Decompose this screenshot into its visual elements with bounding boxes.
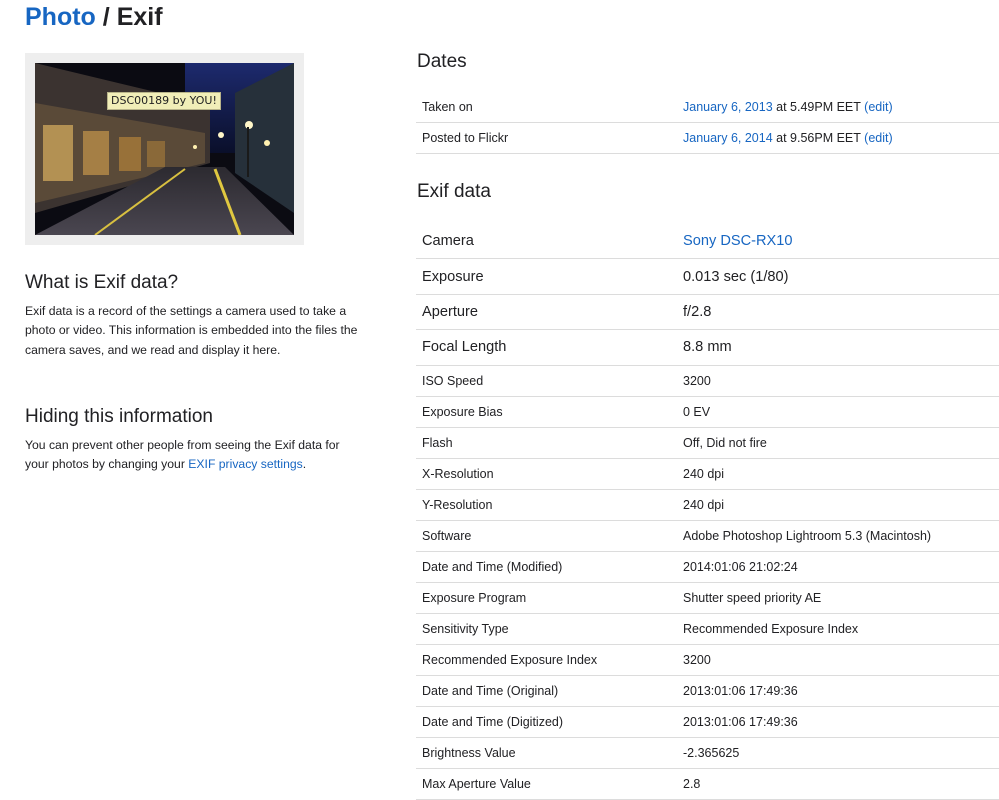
- taken-on-time: at 5.49PM EET: [772, 100, 865, 114]
- exif-value: 8.8 mm: [677, 329, 999, 366]
- exif-table: Camera Sony DSC-RX10 Exposure 0.013 sec (…: [416, 224, 999, 800]
- exif-value: -2.365625: [677, 737, 999, 769]
- table-row: Sensitivity Type Recommended Exposure Ind…: [416, 613, 999, 645]
- table-row: X-Resolution 240 dpi: [416, 458, 999, 490]
- exif-value: 240 dpi: [677, 458, 999, 490]
- exif-value: Adobe Photoshop Lightroom 5.3 (Macintosh…: [677, 520, 999, 552]
- exif-label: Date and Time (Modified): [416, 551, 677, 583]
- table-row: Date and Time (Original) 2013:01:06 17:49…: [416, 675, 999, 707]
- taken-on-edit-link[interactable]: edit: [868, 100, 888, 114]
- exif-value: 0 EV: [677, 396, 999, 428]
- exif-value: 3200: [677, 644, 999, 676]
- exif-data-heading: Exif data: [417, 181, 491, 202]
- posted-edit-link[interactable]: edit: [868, 131, 888, 145]
- table-row: Recommended Exposure Index 3200: [416, 644, 999, 676]
- exif-value: f/2.8: [677, 294, 999, 331]
- table-row: Flash Off, Did not fire: [416, 427, 999, 459]
- table-row: Brightness Value -2.365625: [416, 737, 999, 769]
- exif-label: Aperture: [416, 294, 677, 331]
- exif-label: Brightness Value: [416, 737, 677, 769]
- table-row: Date and Time (Modified) 2014:01:06 21:02…: [416, 551, 999, 583]
- table-row: Aperture f/2.8: [416, 294, 999, 331]
- hiding-info-text: You can prevent other people from seeing…: [25, 436, 365, 475]
- dates-value: January 6, 2014 at 9.56PM EET (edit): [677, 122, 999, 154]
- table-row: ISO Speed 3200: [416, 365, 999, 397]
- exif-value: Off, Did not fire: [677, 427, 999, 459]
- exif-label: Flash: [416, 427, 677, 459]
- exif-label: Software: [416, 520, 677, 552]
- exif-label: Date and Time (Original): [416, 675, 677, 707]
- photo-tag-label: DSC00189 by YOU!: [107, 92, 221, 110]
- page-title: Photo / Exif: [25, 2, 163, 32]
- table-row: Taken on January 6, 2013 at 5.49PM EET (…: [416, 92, 999, 123]
- exif-value: 2014:01:06 21:02:24: [677, 551, 999, 583]
- breadcrumb-separator: /: [102, 3, 110, 31]
- photo-thumbnail[interactable]: [35, 63, 294, 235]
- dates-heading: Dates: [417, 51, 467, 72]
- exif-label: Focal Length: [416, 329, 677, 366]
- taken-on-date-link[interactable]: January 6, 2013: [683, 100, 773, 114]
- posted-time: at 9.56PM EET: [772, 131, 865, 145]
- exif-value: Sony DSC-RX10: [677, 224, 999, 260]
- table-row: Max Aperture Value 2.8: [416, 768, 999, 800]
- table-row: Posted to Flickr January 6, 2014 at 9.56…: [416, 122, 999, 154]
- table-row: Exposure Bias 0 EV: [416, 396, 999, 428]
- what-is-exif-text: Exif data is a record of the settings a …: [25, 304, 358, 357]
- table-row: Exposure 0.013 sec (1/80): [416, 258, 999, 295]
- exif-value: 2.8: [677, 768, 999, 800]
- table-row: Camera Sony DSC-RX10: [416, 224, 999, 260]
- breadcrumb-photo-link[interactable]: Photo: [25, 3, 96, 31]
- edit-paren-close: ): [888, 131, 893, 145]
- dates-label: Taken on: [416, 92, 677, 123]
- exif-label: Exposure: [416, 258, 677, 295]
- exif-label: Y-Resolution: [416, 489, 677, 521]
- exif-value: Recommended Exposure Index: [677, 613, 999, 645]
- exif-value: 240 dpi: [677, 489, 999, 521]
- table-row: Focal Length 8.8 mm: [416, 329, 999, 366]
- exif-label: ISO Speed: [416, 365, 677, 397]
- exif-label: Sensitivity Type: [416, 613, 677, 645]
- hiding-info-text-after: .: [302, 457, 307, 472]
- exif-label: Max Aperture Value: [416, 768, 677, 800]
- exif-label: Recommended Exposure Index: [416, 644, 677, 676]
- exif-label: Exposure Program: [416, 582, 677, 614]
- exif-value: 2013:01:06 17:49:36: [677, 706, 999, 738]
- exif-label: Date and Time (Digitized): [416, 706, 677, 738]
- posted-date-link[interactable]: January 6, 2014: [683, 131, 773, 145]
- dates-label: Posted to Flickr: [416, 122, 677, 154]
- exif-label: Exposure Bias: [416, 396, 677, 428]
- dates-value: January 6, 2013 at 5.49PM EET (edit): [677, 92, 999, 123]
- table-row: Y-Resolution 240 dpi: [416, 489, 999, 521]
- exif-label: X-Resolution: [416, 458, 677, 490]
- photo-thumbnail-frame: DSC00189 by YOU!: [25, 53, 304, 245]
- exif-value: 3200: [677, 365, 999, 397]
- table-row: Exposure Program Shutter speed priority A…: [416, 582, 999, 614]
- table-row: Date and Time (Digitized) 2013:01:06 17:4…: [416, 706, 999, 738]
- exif-label: Camera: [416, 224, 677, 260]
- exif-privacy-settings-link[interactable]: EXIF privacy settings: [188, 457, 302, 471]
- exif-value: 2013:01:06 17:49:36: [677, 675, 999, 707]
- what-is-exif-heading: What is Exif data?: [25, 272, 179, 293]
- camera-model-link[interactable]: Sony DSC-RX10: [683, 233, 793, 249]
- dates-table: Taken on January 6, 2013 at 5.49PM EET (…: [416, 92, 999, 154]
- exif-value: Shutter speed priority AE: [677, 582, 999, 614]
- exif-value: 0.013 sec (1/80): [677, 258, 999, 295]
- page-title-text: Exif: [116, 3, 163, 31]
- hiding-info-heading: Hiding this information: [25, 406, 213, 427]
- edit-paren-close: ): [888, 100, 893, 114]
- table-row: Software Adobe Photoshop Lightroom 5.3 (M…: [416, 520, 999, 552]
